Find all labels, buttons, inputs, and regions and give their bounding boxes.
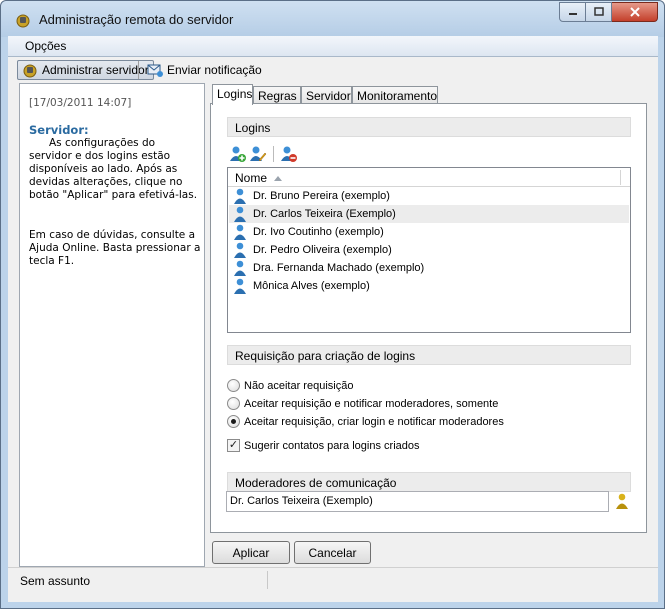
info-date: [17/03/2011 14:07] [29, 97, 132, 109]
status-text: Sem assunto [20, 574, 91, 588]
list-item[interactable]: Dra. Fernanda Machado (exemplo) [229, 259, 629, 277]
add-login-button[interactable] [228, 144, 248, 164]
radio-reject-request[interactable]: Não aceitar requisição [227, 379, 353, 392]
login-name: Mônica Alves (exemplo) [253, 280, 370, 292]
maximize-icon [593, 7, 604, 16]
administer-server-button[interactable]: Administrar servidor [17, 60, 154, 80]
user-icon [234, 242, 246, 258]
logins-list[interactable]: Nome Dr. Bruno Pereira (exemplo) Dr. Car… [227, 167, 631, 333]
tab-server[interactable]: Servidor [301, 86, 352, 104]
column-separator[interactable] [620, 170, 621, 185]
close-button[interactable] [612, 2, 658, 22]
logins-tab-panel: Logins Nome Dr. Bruno Pereira (exemplo) … [210, 103, 647, 533]
sort-ascending-icon [274, 176, 282, 181]
server-app-icon [16, 14, 30, 28]
user-icon [234, 224, 246, 240]
apply-button[interactable]: Aplicar [212, 541, 290, 564]
send-notification-label: Enviar notificação [167, 63, 262, 77]
logins-list-header: Nome [228, 168, 630, 187]
menu-options[interactable]: Opções [25, 39, 66, 53]
logins-toolbar-separator [273, 146, 274, 162]
radio-button[interactable] [227, 379, 240, 392]
server-icon [23, 64, 37, 78]
logins-section-header: Logins [227, 117, 631, 137]
toolbar-separator [138, 61, 139, 79]
maximize-button[interactable] [586, 2, 612, 22]
login-name: Dr. Carlos Teixeira (Exemplo) [253, 208, 396, 220]
suggest-contacts-label: Sugerir contatos para logins criados [244, 439, 420, 452]
list-item[interactable]: Dr. Bruno Pereira (exemplo) [229, 187, 629, 205]
edit-login-button[interactable] [248, 144, 268, 164]
radio-accept-notify-label: Aceitar requisição e notificar moderador… [244, 397, 499, 410]
title-bar[interactable]: Administração remota do servidor [1, 1, 664, 37]
request-section-header: Requisição para criação de logins [227, 345, 631, 365]
minimize-button[interactable] [559, 2, 586, 22]
login-name: Dr. Bruno Pereira (exemplo) [253, 190, 390, 202]
user-icon [234, 278, 246, 294]
login-name: Dra. Fernanda Machado (exemplo) [253, 262, 425, 274]
column-name-header[interactable]: Nome [235, 171, 267, 185]
login-name: Dr. Pedro Oliveira (exemplo) [253, 244, 392, 256]
window-title: Administração remota do servidor [39, 12, 234, 27]
tab-logins[interactable]: Logins [212, 84, 253, 105]
radio-reject-label: Não aceitar requisição [244, 379, 354, 392]
administer-server-label: Administrar servidor [42, 63, 149, 77]
client-area: Administrar servidor Enviar notificação … [8, 57, 658, 602]
user-icon [234, 206, 246, 222]
list-item[interactable]: Dr. Ivo Coutinho (exemplo) [229, 223, 629, 241]
info-help-paragraph: Em caso de dúvidas, consulte a Ajuda Onl… [29, 229, 201, 267]
add-user-icon [230, 146, 246, 162]
checkbox-checked[interactable]: ✓ [227, 439, 240, 452]
radio-button[interactable] [227, 397, 240, 410]
info-heading: Servidor: [29, 123, 89, 137]
status-bar: Sem assunto [8, 567, 658, 591]
main-window: Administração remota do servidor Opções … [0, 0, 665, 609]
user-icon [234, 260, 246, 276]
moderators-field[interactable]: Dr. Carlos Teixeira (Exemplo) [226, 491, 609, 512]
info-panel: [17/03/2011 14:07] Servidor: As configur… [19, 83, 205, 567]
list-item[interactable]: Dr. Pedro Oliveira (exemplo) [229, 241, 629, 259]
notification-mail-icon [147, 64, 163, 77]
radio-accept-create-label: Aceitar requisição, criar login e notifi… [244, 415, 504, 428]
info-paragraph: As configurações do servidor e dos login… [29, 137, 198, 201]
logins-toolbar [228, 144, 299, 164]
radio-button-selected[interactable] [227, 415, 240, 428]
minimize-icon [568, 13, 577, 15]
radio-accept-create[interactable]: Aceitar requisição, criar login e notifi… [227, 415, 504, 428]
menu-bar: Opções [8, 36, 658, 57]
toolbar: Administrar servidor Enviar notificação [8, 57, 658, 82]
edit-user-icon [250, 146, 267, 162]
moderator-user-icon[interactable] [615, 493, 629, 509]
status-separator [267, 571, 268, 589]
remove-login-button[interactable] [279, 144, 299, 164]
send-notification-button[interactable]: Enviar notificação [143, 60, 266, 80]
tab-monitoring[interactable]: Monitoramento [352, 86, 438, 104]
moderators-section-header: Moderadores de comunicação [227, 472, 631, 492]
list-item[interactable]: Dr. Carlos Teixeira (Exemplo) [229, 205, 629, 223]
list-item[interactable]: Mônica Alves (exemplo) [229, 277, 629, 295]
radio-accept-notify[interactable]: Aceitar requisição e notificar moderador… [227, 397, 498, 410]
close-icon [629, 7, 640, 17]
login-name: Dr. Ivo Coutinho (exemplo) [253, 226, 384, 238]
suggest-contacts-checkbox[interactable]: ✓ Sugerir contatos para logins criados [227, 439, 419, 452]
user-icon [234, 188, 246, 204]
remove-user-icon [281, 146, 297, 162]
tab-rules[interactable]: Regras [253, 86, 301, 104]
cancel-button[interactable]: Cancelar [294, 541, 371, 564]
